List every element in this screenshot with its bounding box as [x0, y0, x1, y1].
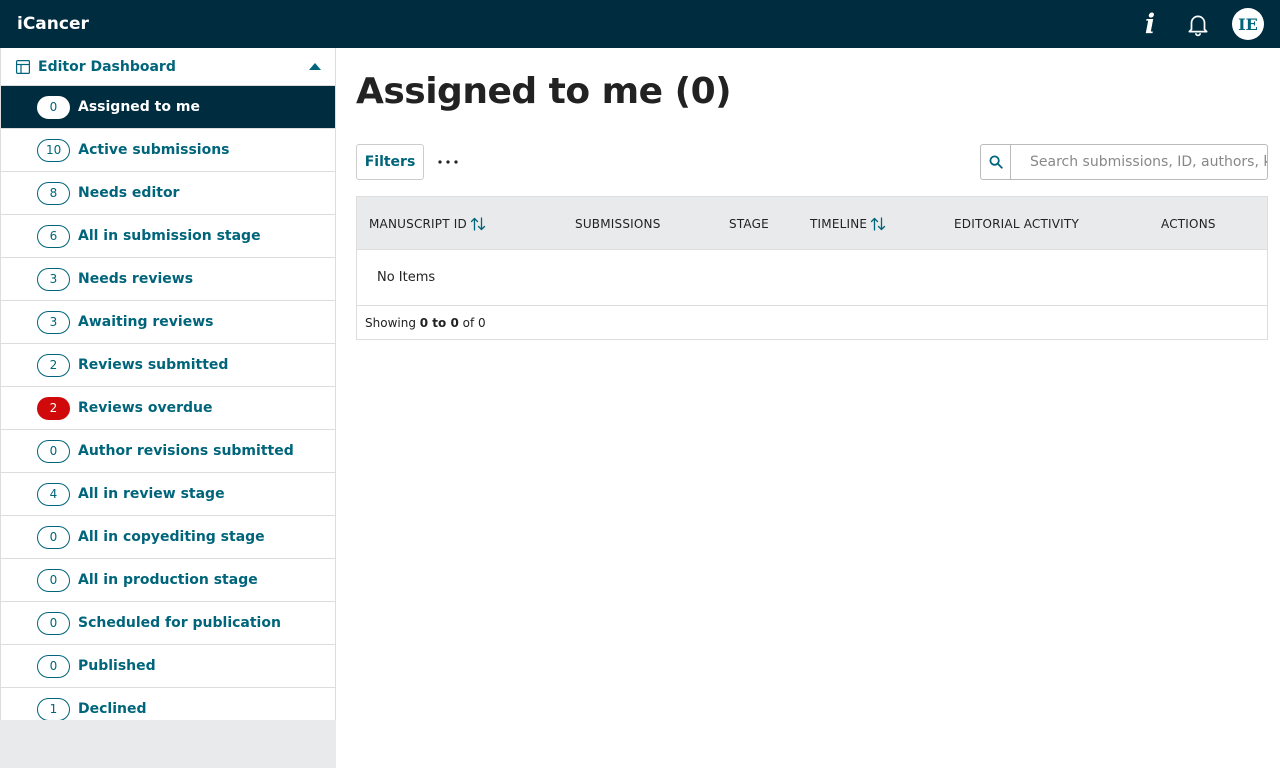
dashboard-icon [16, 59, 30, 74]
col-editorial-activity: EDITORIAL ACTIVITY [954, 216, 1079, 231]
count-badge: 4 [37, 482, 70, 506]
sidebar-item[interactable]: 8 Needs editor [1, 172, 335, 215]
top-actions: i IE [1138, 8, 1264, 40]
empty-message: No Items [357, 250, 1267, 306]
count-badge: 0 [37, 611, 70, 635]
toolbar: Filters [356, 144, 1268, 180]
sidebar-item-label: Needs reviews [78, 271, 194, 287]
sidebar-item[interactable]: 0 Published [1, 645, 335, 688]
brand-name[interactable]: iCancer [17, 14, 89, 34]
sidebar-item-label: All in submission stage [78, 228, 261, 244]
col-manuscript-id[interactable]: MANUSCRIPT ID [369, 197, 486, 250]
sort-icon[interactable] [470, 216, 486, 231]
sidebar-item[interactable]: 3 Awaiting reviews [1, 301, 335, 344]
sidebar-item-label: Awaiting reviews [78, 314, 214, 330]
sidebar-item-label: Reviews overdue [78, 400, 213, 416]
footer-range: 0 to 0 [419, 315, 459, 330]
col-actions: ACTIONS [1161, 216, 1216, 231]
sidebar-item[interactable]: 0 All in copyediting stage [1, 516, 335, 559]
filters-button[interactable]: Filters [356, 144, 424, 180]
count-badge: 2 [37, 396, 70, 420]
search-box [980, 144, 1268, 180]
editor-dashboard-header[interactable]: Editor Dashboard [1, 48, 335, 86]
table-header: MANUSCRIPT ID SUBMISSIONS STAGE TIMELINE… [357, 197, 1267, 250]
sidebar-item[interactable]: 4 All in review stage [1, 473, 335, 516]
sidebar-item[interactable]: 0 Scheduled for publication [1, 602, 335, 645]
sidebar-item-label: Declined [78, 701, 147, 717]
sidebar-list: 0 Assigned to me 10 Active submissions 8 Need… [1, 86, 335, 720]
sidebar-item[interactable]: 2 Reviews overdue [1, 387, 335, 430]
page-title: Assigned to me (0) [356, 71, 732, 112]
sidebar-item-label: Active submissions [78, 142, 230, 158]
sidebar-item[interactable]: 6 All in submission stage [1, 215, 335, 258]
sort-icon[interactable] [870, 216, 886, 231]
col-timeline[interactable]: TIMELINE [810, 197, 886, 250]
sidebar-panel: Editor Dashboard 0 Assigned to me 10 Active… [0, 48, 336, 720]
sidebar-item[interactable]: 0 Author revisions submitted [1, 430, 335, 473]
count-badge: 8 [37, 181, 70, 205]
search-input[interactable] [1011, 145, 1267, 179]
count-badge: 0 [37, 525, 70, 549]
sidebar-item-label: Needs editor [78, 185, 180, 201]
sidebar-title: Editor Dashboard [38, 58, 176, 75]
footer-suffix: of 0 [462, 315, 486, 330]
sidebar-item-label: All in copyediting stage [78, 529, 265, 545]
count-badge: 10 [37, 138, 71, 162]
footer-prefix: Showing [365, 315, 416, 330]
table-footer: Showing 0 to 0 of 0 [357, 306, 1267, 339]
count-badge: 3 [37, 267, 70, 291]
more-dots-icon [438, 160, 458, 164]
count-badge: 3 [37, 310, 70, 334]
sidebar-item-label: Published [78, 658, 156, 674]
top-bar: iCancer i IE [0, 0, 1280, 48]
more-options-button[interactable] [436, 149, 460, 175]
sidebar-item[interactable]: 0 Assigned to me [1, 86, 335, 129]
col-stage: STAGE [729, 216, 769, 231]
bell-icon[interactable] [1184, 10, 1212, 38]
submissions-table: MANUSCRIPT ID SUBMISSIONS STAGE TIMELINE… [356, 196, 1268, 340]
sidebar-item[interactable]: 10 Active submissions [1, 129, 335, 172]
main-content: Assigned to me (0) Filters MANUSCRIPT ID [356, 48, 1268, 340]
count-badge: 2 [37, 353, 70, 377]
sidebar: Editor Dashboard 0 Assigned to me 10 Active… [0, 48, 336, 768]
count-badge: 0 [37, 568, 70, 592]
count-badge: 0 [37, 654, 70, 678]
search-icon[interactable] [981, 145, 1011, 179]
sidebar-item[interactable]: 2 Reviews submitted [1, 344, 335, 387]
col-manuscript-id-label: MANUSCRIPT ID [369, 216, 467, 231]
col-submissions: SUBMISSIONS [575, 216, 661, 231]
sidebar-item[interactable]: 0 All in production stage [1, 559, 335, 602]
collapse-caret-icon[interactable] [309, 63, 321, 70]
count-badge: 6 [37, 224, 70, 248]
count-badge: 0 [37, 439, 70, 463]
sidebar-item-label: Reviews submitted [78, 357, 229, 373]
sidebar-item-label: Assigned to me [78, 99, 200, 115]
info-icon[interactable]: i [1138, 9, 1162, 40]
sidebar-item-label: All in review stage [78, 486, 225, 502]
sidebar-item[interactable]: 3 Needs reviews [1, 258, 335, 301]
count-badge: 1 [37, 697, 70, 720]
count-badge: 0 [37, 95, 70, 119]
avatar[interactable]: IE [1232, 8, 1264, 40]
col-timeline-label: TIMELINE [810, 216, 868, 231]
sidebar-item-label: All in production stage [78, 572, 258, 588]
sidebar-item-label: Author revisions submitted [78, 443, 294, 459]
sidebar-item[interactable]: 1 Declined [1, 688, 335, 720]
sidebar-item-label: Scheduled for publication [78, 615, 281, 631]
